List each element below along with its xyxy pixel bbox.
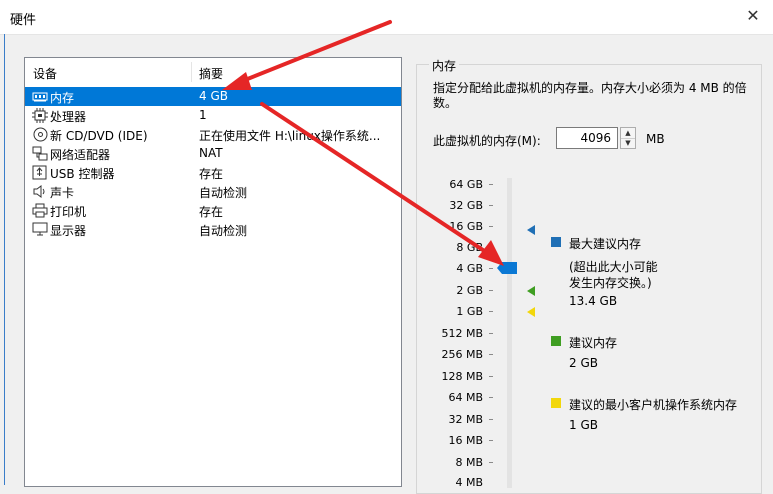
- device-label: USB 控制器: [50, 167, 115, 181]
- max-legend-title: 最大建议内存: [569, 237, 642, 251]
- scale-tick: [489, 205, 493, 206]
- network-adapter-icon: [32, 146, 48, 161]
- device-summary: 自动检测: [199, 224, 248, 238]
- minimum-legend-value: 1 GB: [569, 418, 598, 432]
- scale-tick: [489, 268, 493, 269]
- scale-label: 256 MB: [441, 348, 483, 361]
- device-row-network-adapter[interactable]: 网络适配器 NAT: [25, 144, 401, 163]
- monitor-icon: [32, 222, 48, 237]
- device-label: 显示器: [50, 224, 87, 238]
- scale-tick: [489, 184, 493, 185]
- device-label: 新 CD/DVD (IDE): [50, 129, 148, 143]
- scale-tick: [489, 440, 493, 441]
- memory-unit: MB: [646, 132, 665, 146]
- device-summary: 正在使用文件 H:\linux操作系统...: [199, 129, 381, 143]
- scale-label: 128 MB: [441, 370, 483, 383]
- max-legend-value: 13.4 GB: [569, 294, 618, 308]
- memory-input-label: 此虚拟机的内存(M):: [433, 134, 541, 148]
- device-row-processor[interactable]: 处理器 1: [25, 106, 401, 125]
- device-label: 声卡: [50, 186, 75, 200]
- memory-slider-thumb[interactable]: [497, 262, 517, 274]
- max-legend-swatch: [551, 237, 561, 247]
- recommended-legend-swatch: [551, 336, 561, 346]
- cd-dvd-icon: [32, 127, 48, 142]
- memory-slider-track[interactable]: [507, 178, 512, 488]
- memory-description: 指定分配给此虚拟机的内存量。内存大小必须为 4 MB 的倍数。: [433, 81, 747, 110]
- processor-icon: [32, 108, 48, 123]
- device-row-cd-dvd[interactable]: 新 CD/DVD (IDE) 正在使用文件 H:\linux操作系统...: [25, 125, 401, 144]
- memory-icon: [32, 89, 48, 104]
- memory-spinner[interactable]: ▲ ▼: [620, 127, 636, 149]
- scale-label: 16 GB: [449, 220, 483, 233]
- printer-icon: [32, 203, 48, 218]
- device-summary: NAT: [199, 146, 223, 160]
- scale-label: 64 MB: [448, 391, 483, 404]
- scale-tick: [489, 397, 493, 398]
- minimum-marker-icon: [526, 306, 536, 317]
- device-label: 处理器: [50, 110, 87, 124]
- device-row-sound-card[interactable]: 声卡 自动检测: [25, 182, 401, 201]
- window-border: [4, 34, 5, 485]
- scale-label: 1 GB: [456, 305, 483, 318]
- device-row-printer[interactable]: 打印机 存在: [25, 201, 401, 220]
- max-legend-note-line1: (超出此大小可能: [569, 260, 658, 274]
- memory-size-input[interactable]: 4096: [556, 127, 618, 149]
- scale-tick: [489, 311, 493, 312]
- column-separator[interactable]: [191, 62, 192, 82]
- minimum-legend-title: 建议的最小客户机操作系统内存: [569, 398, 738, 412]
- memory-group-title: 内存: [429, 57, 460, 74]
- recommended-legend-value: 2 GB: [569, 356, 598, 370]
- speaker-icon: [32, 184, 48, 199]
- scale-label: 8 MB: [455, 456, 483, 469]
- close-button[interactable]: ✕: [741, 4, 765, 28]
- window-title: 硬件: [10, 13, 37, 28]
- scale-label: 64 GB: [449, 178, 483, 191]
- scale-tick: [489, 333, 493, 334]
- scale-label: 512 MB: [441, 327, 483, 340]
- title-bar: 硬件 ✕: [0, 0, 773, 35]
- scale-label: 4 MB: [455, 476, 483, 489]
- device-label: 网络适配器: [50, 148, 111, 162]
- usb-controller-icon: [32, 165, 48, 180]
- scale-tick: [489, 226, 493, 227]
- scale-tick: [489, 354, 493, 355]
- max-recommended-marker-icon: [526, 224, 536, 235]
- device-label: 打印机: [50, 205, 87, 219]
- scale-label: 4 GB: [456, 262, 483, 275]
- scale-tick: [489, 376, 493, 377]
- device-summary: 存在: [199, 167, 224, 181]
- device-summary: 4 GB: [199, 89, 228, 103]
- spin-down-icon[interactable]: ▼: [621, 138, 635, 148]
- column-header-device[interactable]: 设备: [33, 65, 57, 82]
- device-row-display[interactable]: 显示器 自动检测: [25, 220, 401, 239]
- scale-label: 2 GB: [456, 284, 483, 297]
- scale-label: 32 MB: [448, 413, 483, 426]
- column-header-summary[interactable]: 摘要: [199, 65, 223, 82]
- scale-label: 16 MB: [448, 434, 483, 447]
- scale-tick: [489, 462, 493, 463]
- scale-label: 8 GB: [456, 241, 483, 254]
- minimum-legend-swatch: [551, 398, 561, 408]
- recommended-marker-icon: [526, 285, 536, 296]
- scale-tick: [489, 247, 493, 248]
- device-label: 内存: [50, 91, 75, 105]
- device-summary: 自动检测: [199, 186, 248, 200]
- scale-tick: [489, 290, 493, 291]
- scale-label: 32 GB: [449, 199, 483, 212]
- max-legend-note-line2: 发生内存交换。): [569, 276, 652, 290]
- device-row-usb-controller[interactable]: USB 控制器 存在: [25, 163, 401, 182]
- device-summary: 存在: [199, 205, 224, 219]
- list-header: 设备 摘要: [25, 58, 401, 86]
- device-summary: 1: [199, 108, 207, 122]
- device-list[interactable]: 设备 摘要 内存 4 GB 处理器 1 新 CD/DVD (IDE) 正在使用文…: [24, 57, 402, 487]
- scale-tick: [489, 419, 493, 420]
- device-row-memory[interactable]: 内存 4 GB: [25, 87, 401, 106]
- recommended-legend-title: 建议内存: [569, 336, 618, 350]
